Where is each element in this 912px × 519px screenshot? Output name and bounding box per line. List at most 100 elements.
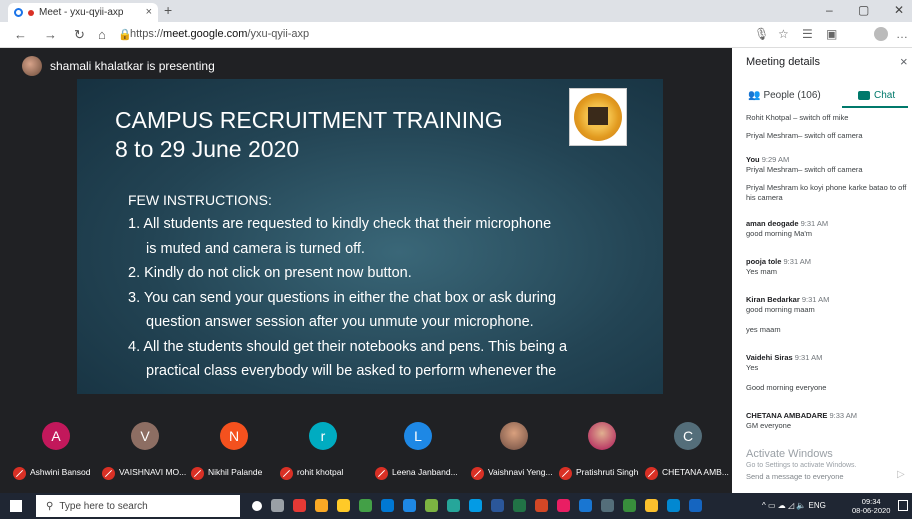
message-time: 9:31 AM [783, 257, 812, 266]
forward-icon[interactable]: → [44, 27, 57, 42]
participant-avatar: V [131, 422, 159, 450]
powerpoint-icon[interactable] [535, 499, 548, 512]
back-icon[interactable]: ← [14, 27, 27, 42]
meeting-details-panel: Meeting details × 👥 People (106) Chat Ro… [732, 48, 912, 493]
send-icon[interactable]: ▷ [897, 469, 905, 480]
app-icon[interactable] [293, 499, 306, 512]
favorites-bar-icon[interactable]: ☰ [802, 27, 813, 41]
mic-muted-icon [559, 467, 572, 480]
participant-tile[interactable]: N Nikhil Palande [188, 408, 278, 494]
message-text: Rohit Khotpal – switch off mike [746, 113, 849, 122]
participant-tile[interactable]: L Leena Janband... [372, 408, 462, 494]
participant-avatar: C [674, 422, 702, 450]
app-icon[interactable] [689, 499, 702, 512]
taskbar-search[interactable]: ⚲ Type here to search [36, 495, 240, 517]
profile-avatar[interactable] [874, 27, 888, 41]
windows-start-icon[interactable] [10, 500, 22, 512]
tab-people[interactable]: 👥 People (106) [748, 90, 821, 101]
participant-strip: A Ashwini Bansod V VAISHNAVI MO... N Nik… [0, 408, 732, 494]
meet-stage: shamali khalatkar is presenting CAMPUS R… [0, 48, 732, 494]
close-window-button[interactable]: ✕ [894, 3, 904, 17]
participant-tile[interactable]: C CHETANA AMB... [642, 408, 732, 494]
app-icon[interactable] [557, 499, 570, 512]
chat-message: You 9:29 AM Priyal Meshram– switch off c… [746, 155, 908, 203]
restore-button[interactable]: ▢ [858, 3, 869, 17]
app-icon[interactable] [447, 499, 460, 512]
refresh-icon[interactable]: ↻ [74, 27, 85, 43]
tab-chat[interactable]: Chat [858, 90, 895, 101]
chat-messages: Rohit Khotpal – switch off mike Priyal M… [746, 111, 908, 456]
task-view-icon[interactable] [271, 499, 284, 512]
participant-avatar: A [42, 422, 70, 450]
message-sender: Vaidehi Siras [746, 353, 793, 362]
windows-taskbar: ⚲ Type here to search ^ ▭ ☁ ◿ 🔈 ENG 09:3… [0, 493, 912, 519]
chat-message: Kiran Bedarkar 9:31 AM good morning maam… [746, 295, 908, 335]
participant-avatar: r [309, 422, 337, 450]
participant-avatar: N [220, 422, 248, 450]
participant-tile[interactable]: Pratishruti Singh [556, 408, 646, 494]
meet-favicon-icon [14, 8, 23, 17]
app-icon[interactable] [623, 499, 636, 512]
app-icon[interactable] [425, 499, 438, 512]
cortana-icon[interactable] [252, 501, 262, 511]
message-sender: You [746, 155, 760, 164]
collections-icon[interactable]: ▣ [826, 27, 837, 41]
message-time: 9:31 AM [800, 219, 829, 228]
mic-permission-icon[interactable]: 🎙 [754, 27, 769, 41]
clock-date: 08-06-2020 [852, 506, 891, 515]
participant-tile[interactable]: A Ashwini Bansod [10, 408, 100, 494]
system-tray[interactable]: ^ ▭ ☁ ◿ 🔈 ENG [762, 501, 826, 510]
app-icon[interactable] [601, 499, 614, 512]
favorite-star-icon[interactable]: ☆ [778, 27, 789, 41]
message-text: GM everyone [746, 421, 792, 430]
notification-icon[interactable] [898, 500, 908, 511]
participant-name: Ashwini Bansod [30, 467, 91, 477]
participant-tile[interactable]: r rohit khotpal [277, 408, 367, 494]
app-icon[interactable] [667, 499, 680, 512]
new-tab-button[interactable]: + [164, 2, 172, 18]
url-field[interactable]: https://meet.google.com/yxu-qyii-axp [130, 28, 309, 40]
app-icon[interactable] [315, 499, 328, 512]
message-text: Yes [746, 363, 759, 372]
chat-message: pooja tole 9:31 AM Yes mam [746, 257, 908, 277]
presenting-text: shamali khalatkar is presenting [50, 59, 215, 73]
browser-tab[interactable]: Meet - yxu-qyii-axp × [8, 3, 158, 22]
chat-message: CHETANA AMBADARE 9:33 AM GM everyone [746, 411, 908, 431]
taskbar-clock[interactable]: 09:34 08-06-2020 [852, 497, 890, 515]
participant-name: rohit khotpal [297, 467, 344, 477]
mic-muted-icon [645, 467, 658, 480]
file-explorer-icon[interactable] [337, 499, 350, 512]
message-sender: CHETANA AMBADARE [746, 411, 828, 420]
chrome-icon[interactable] [359, 499, 372, 512]
chat-message-input[interactable]: Send a message to everyone [746, 472, 844, 481]
activate-windows-title: Activate Windows [746, 448, 833, 460]
word-icon[interactable] [491, 499, 504, 512]
instructions-list: 1. All students are requested to kindly … [128, 212, 648, 384]
search-placeholder: Type here to search [59, 500, 148, 512]
participant-tile[interactable]: V VAISHNAVI MO... [99, 408, 189, 494]
search-icon: ⚲ [46, 500, 54, 512]
chat-message: Vaidehi Siras 9:31 AM Yes Good morning e… [746, 353, 908, 393]
message-text: good morning maam [746, 305, 815, 314]
app-icon[interactable] [469, 499, 482, 512]
taskbar-apps [252, 499, 702, 512]
browser-tab-bar: Meet - yxu-qyii-axp × + – ▢ ✕ [0, 0, 912, 22]
message-text: good morning Ma'm [746, 229, 813, 238]
app-icon[interactable] [403, 499, 416, 512]
presenter-banner: shamali khalatkar is presenting [22, 56, 215, 76]
participant-name: VAISHNAVI MO... [119, 467, 187, 477]
app-icon[interactable] [579, 499, 592, 512]
participant-tile[interactable]: Vaishnavi Yeng... [468, 408, 558, 494]
minimize-button[interactable]: – [826, 3, 833, 17]
edge-icon[interactable] [381, 499, 394, 512]
more-menu-icon[interactable]: … [896, 27, 908, 41]
app-icon[interactable] [645, 499, 658, 512]
mic-muted-icon [280, 467, 293, 480]
tab-close-icon[interactable]: × [146, 6, 152, 18]
slide-title-line1: CAMPUS RECRUITMENT TRAINING [115, 107, 503, 133]
chat-message: aman deogade 9:31 AM good morning Ma'm [746, 219, 908, 239]
home-icon[interactable]: ⌂ [98, 27, 106, 42]
excel-icon[interactable] [513, 499, 526, 512]
panel-close-icon[interactable]: × [900, 54, 908, 69]
message-time: 9:31 AM [801, 295, 830, 304]
